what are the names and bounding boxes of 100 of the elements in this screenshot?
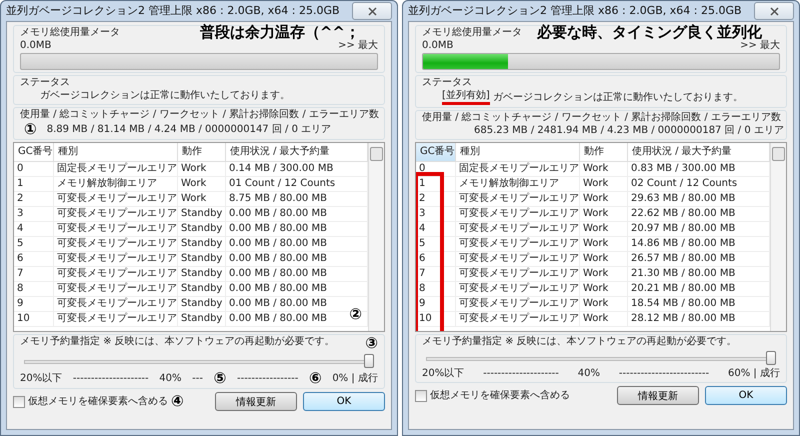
table-cell: 可変長メモリプールエリア	[54, 237, 178, 252]
table-cell: 可変長メモリプールエリア	[54, 282, 178, 297]
table-cell: 可変長メモリプールエリア	[456, 222, 580, 237]
scale-label: 40%	[159, 372, 182, 384]
group-label: 使用量 / 総コミットチャージ / ワークセット / 累計お掃除回数 / エラーエリア数	[422, 112, 781, 124]
table-cell: Work	[580, 312, 628, 327]
table-cell: Work	[580, 237, 628, 252]
scale-label: 0% | 成行	[332, 372, 378, 384]
refresh-button[interactable]: 情報更新	[617, 386, 699, 405]
group-label: メモリ予約量指定 ※ 反映には、本ソフトウェアの再起動が必要です。	[20, 336, 335, 348]
table-cell: 可変長メモリプールエリア	[54, 267, 178, 282]
stats-value: 8.89 MB / 81.14 MB / 4.24 MB / 0000000147 回 / 0 エリア	[46, 124, 332, 136]
table-cell: Work	[580, 267, 628, 282]
table-cell: 0	[14, 162, 54, 177]
reserve-slider[interactable]	[24, 354, 374, 368]
table-cell: 7	[14, 267, 54, 282]
column-header[interactable]: 使用状況 / 最大予約量	[628, 143, 770, 162]
table-cell: 02 Count / 12 Counts	[628, 177, 770, 192]
column-header[interactable]: 種別	[456, 143, 580, 162]
table-cell: Work	[580, 252, 628, 267]
table-cell: 0.00 MB / 80.00 MB	[226, 207, 368, 222]
table-cell: Standby	[178, 207, 226, 222]
checkbox-label: 仮想メモリを確保要素へ含める	[430, 390, 570, 402]
slider-thumb[interactable]	[364, 354, 374, 368]
table-cell: 5	[416, 237, 456, 252]
close-button[interactable]	[754, 2, 794, 20]
table-cell: 14.86 MB / 80.00 MB	[628, 237, 770, 252]
scale-dashes: ---------------------	[72, 372, 149, 384]
table-cell: 可変長メモリプールエリア	[456, 297, 580, 312]
table-cell: 可変長メモリプールエリア	[456, 192, 580, 207]
table-cell: 7	[416, 267, 456, 282]
group-label: 使用量 / 総コミットチャージ / ワークセット / 累計お掃除回数 / エラーエリア数	[20, 109, 379, 121]
table-cell: 3	[14, 207, 54, 222]
refresh-button[interactable]: 情報更新	[215, 392, 297, 411]
column-header[interactable]: GC番号	[416, 143, 456, 162]
column-header[interactable]: 動作	[580, 143, 628, 162]
table-cell: 0.00 MB / 80.00 MB	[226, 222, 368, 237]
group-label: メモリ総使用量メータ	[20, 27, 120, 39]
table-cell: Standby	[178, 282, 226, 297]
ok-button[interactable]: OK	[705, 386, 787, 405]
checkbox-label: 仮想メモリを確保要素へ含める	[28, 396, 168, 408]
annotation-number: ④	[171, 394, 184, 409]
table-cell: Standby	[178, 312, 226, 327]
table-cell: Work	[580, 207, 628, 222]
table-cell: 可変長メモリプールエリア	[456, 207, 580, 222]
table-cell: Standby	[178, 222, 226, 237]
table-cell: 29.63 MB / 80.00 MB	[628, 192, 770, 207]
scale-label: 60% | 成行	[728, 368, 780, 380]
scale-label: 40%	[578, 368, 600, 380]
table-cell: 2	[14, 192, 54, 207]
scrollbar[interactable]	[770, 143, 786, 331]
scrollbar[interactable]	[368, 143, 384, 331]
table-cell: 0.00 MB / 80.00 MB	[226, 282, 368, 297]
table-cell: 8	[14, 282, 54, 297]
table-cell: Standby	[178, 252, 226, 267]
table-cell: 0	[416, 162, 456, 177]
caption-text: 必要な時、タイミング良く並列化	[537, 23, 762, 41]
status-tag: [並列有効]	[442, 90, 490, 105]
table-cell: 26.57 MB / 80.00 MB	[628, 252, 770, 267]
slider-thumb[interactable]	[766, 351, 776, 365]
table-cell: 可変長メモリプールエリア	[54, 252, 178, 267]
table-cell: 可変長メモリプールエリア	[54, 312, 178, 327]
table-cell: 可変長メモリプールエリア	[54, 297, 178, 312]
meter-max-label: >> 最大	[338, 40, 378, 52]
table-cell: 可変長メモリプールエリア	[456, 282, 580, 297]
table-cell: Standby	[178, 297, 226, 312]
table-cell: 固定長メモリプールエリア	[456, 162, 580, 177]
table-cell: 18.54 MB / 80.00 MB	[628, 297, 770, 312]
ok-button[interactable]: OK	[303, 392, 385, 411]
table-cell: 可変長メモリプールエリア	[456, 237, 580, 252]
group-label: メモリ予約量指定 ※ 反映には、本ソフトウェアの再起動が必要です。	[422, 336, 737, 348]
scale-dashes: -----------------	[236, 372, 298, 384]
table-cell: 5	[14, 237, 54, 252]
group-label: ステータス	[422, 77, 472, 89]
close-icon	[368, 6, 376, 16]
table-cell: 3	[416, 207, 456, 222]
table-cell: 0.00 MB / 80.00 MB	[226, 252, 368, 267]
table-cell: 可変長メモリプールエリア	[456, 267, 580, 282]
caption-text: 普段は余力温存（^^；	[200, 23, 360, 41]
table-cell: 6	[416, 252, 456, 267]
reserve-slider[interactable]	[426, 351, 776, 365]
column-header[interactable]: 使用状況 / 最大予約量	[226, 143, 368, 162]
column-header[interactable]: GC番号	[14, 143, 54, 162]
table-cell: 9	[416, 297, 456, 312]
status-message: ガベージコレクションは正常に動作いたしております。	[492, 92, 743, 104]
table-cell: 8	[416, 282, 456, 297]
table-cell: 0.00 MB / 80.00 MB	[226, 237, 368, 252]
column-header[interactable]: 種別	[54, 143, 178, 162]
checkbox[interactable]	[415, 390, 427, 402]
checkbox[interactable]	[13, 396, 25, 408]
annotation-number: ③	[365, 336, 378, 351]
close-icon	[770, 6, 778, 16]
annotation-number: ⑤	[214, 371, 226, 386]
close-button[interactable]	[352, 2, 392, 20]
table-cell: 可変長メモリプールエリア	[456, 312, 580, 327]
meter-value: 0.0MB	[20, 40, 52, 52]
column-header[interactable]: 動作	[178, 143, 226, 162]
table-cell: Work	[580, 177, 628, 192]
table-cell: 21.30 MB / 80.00 MB	[628, 267, 770, 282]
table-cell: Work	[178, 192, 226, 207]
